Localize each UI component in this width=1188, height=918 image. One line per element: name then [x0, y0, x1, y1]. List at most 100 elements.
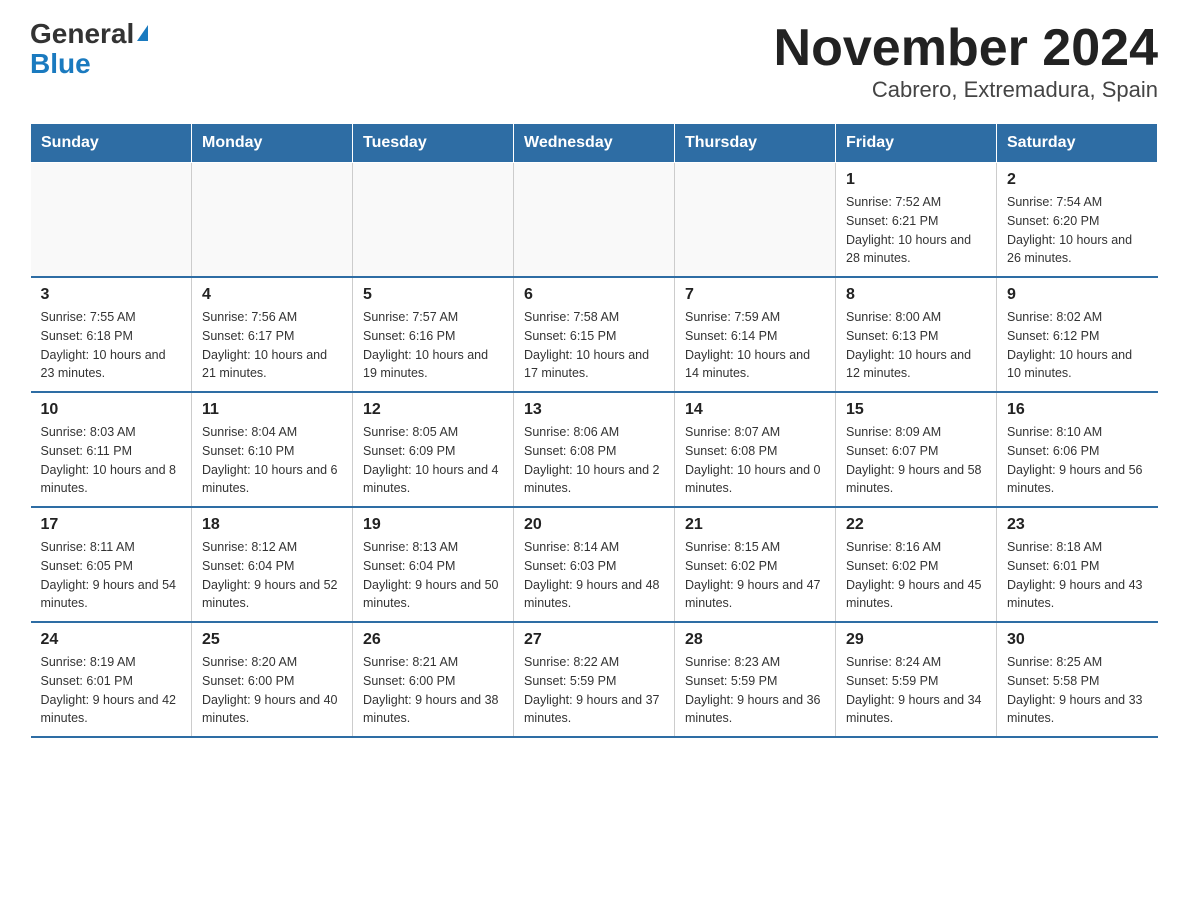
day-info: Sunrise: 7:55 AMSunset: 6:18 PMDaylight:… — [41, 308, 182, 383]
calendar-cell: 5Sunrise: 7:57 AMSunset: 6:16 PMDaylight… — [353, 277, 514, 392]
day-info: Sunrise: 8:03 AMSunset: 6:11 PMDaylight:… — [41, 423, 182, 498]
day-number: 8 — [846, 286, 986, 304]
weekday-header-thursday: Thursday — [675, 124, 836, 163]
page-header: General Blue November 2024 Cabrero, Extr… — [30, 20, 1158, 103]
calendar-cell: 25 Sunrise: 8:20 AMSunset: 6:00 PMDayligh… — [192, 622, 353, 737]
day-info: Sunrise: 8:13 AMSunset: 6:04 PMDaylight:… — [363, 538, 503, 613]
day-number: 29 — [846, 631, 986, 649]
calendar-cell: 7 Sunrise: 7:59 AMSunset: 6:14 PMDaylight… — [675, 277, 836, 392]
calendar-cell: 2 Sunrise: 7:54 AMSunset: 6:20 PMDaylight… — [997, 163, 1158, 278]
day-number: 10 — [41, 401, 182, 419]
day-info: Sunrise: 8:12 AMSunset: 6:04 PMDaylight:… — [202, 538, 342, 613]
day-info: Sunrise: 8:19 AMSunset: 6:01 PMDaylight:… — [41, 653, 182, 728]
day-number: 15 — [846, 401, 986, 419]
week-row-1: 1Sunrise: 7:52 AMSunset: 6:21 PMDaylight… — [31, 163, 1158, 278]
calendar-cell: 30Sunrise: 8:25 AMSunset: 5:58 PMDayligh… — [997, 622, 1158, 737]
day-info: Sunrise: 8:24 AMSunset: 5:59 PMDaylight:… — [846, 653, 986, 728]
day-info: Sunrise: 7:59 AMSunset: 6:14 PMDaylight:… — [685, 308, 825, 383]
day-info: Sunrise: 8:06 AMSunset: 6:08 PMDaylight:… — [524, 423, 664, 498]
day-info: Sunrise: 7:56 AMSunset: 6:17 PMDaylight:… — [202, 308, 342, 383]
calendar-cell: 9Sunrise: 8:02 AMSunset: 6:12 PMDaylight… — [997, 277, 1158, 392]
day-info: Sunrise: 8:10 AMSunset: 6:06 PMDaylight:… — [1007, 423, 1148, 498]
calendar-cell — [514, 163, 675, 278]
day-info: Sunrise: 8:22 AMSunset: 5:59 PMDaylight:… — [524, 653, 664, 728]
calendar-cell: 21 Sunrise: 8:15 AMSunset: 6:02 PMDayligh… — [675, 507, 836, 622]
day-number: 26 — [363, 631, 503, 649]
day-number: 9 — [1007, 286, 1148, 304]
calendar-body: 1Sunrise: 7:52 AMSunset: 6:21 PMDaylight… — [31, 163, 1158, 738]
calendar-cell: 19 Sunrise: 8:13 AMSunset: 6:04 PMDayligh… — [353, 507, 514, 622]
week-row-2: 3 Sunrise: 7:55 AMSunset: 6:18 PMDaylight… — [31, 277, 1158, 392]
calendar-title: November 2024 — [774, 20, 1158, 77]
day-number: 27 — [524, 631, 664, 649]
calendar-cell — [675, 163, 836, 278]
calendar-cell: 13 Sunrise: 8:06 AMSunset: 6:08 PMDayligh… — [514, 392, 675, 507]
calendar-cell: 6Sunrise: 7:58 AMSunset: 6:15 PMDaylight… — [514, 277, 675, 392]
weekday-header-saturday: Saturday — [997, 124, 1158, 163]
logo-general: General — [30, 20, 134, 48]
calendar-cell: 24 Sunrise: 8:19 AMSunset: 6:01 PMDayligh… — [31, 622, 192, 737]
weekday-row: SundayMondayTuesdayWednesdayThursdayFrid… — [31, 124, 1158, 163]
calendar-cell: 1Sunrise: 7:52 AMSunset: 6:21 PMDaylight… — [836, 163, 997, 278]
weekday-header-wednesday: Wednesday — [514, 124, 675, 163]
calendar-cell — [353, 163, 514, 278]
calendar-cell: 11 Sunrise: 8:04 AMSunset: 6:10 PMDayligh… — [192, 392, 353, 507]
day-info: Sunrise: 8:15 AMSunset: 6:02 PMDaylight:… — [685, 538, 825, 613]
calendar-cell: 29 Sunrise: 8:24 AMSunset: 5:59 PMDayligh… — [836, 622, 997, 737]
day-number: 2 — [1007, 171, 1148, 189]
day-info: Sunrise: 8:00 AMSunset: 6:13 PMDaylight:… — [846, 308, 986, 383]
day-number: 23 — [1007, 516, 1148, 534]
day-info: Sunrise: 8:23 AMSunset: 5:59 PMDaylight:… — [685, 653, 825, 728]
calendar-subtitle: Cabrero, Extremadura, Spain — [774, 77, 1158, 103]
day-info: Sunrise: 8:07 AMSunset: 6:08 PMDaylight:… — [685, 423, 825, 498]
day-info: Sunrise: 8:05 AMSunset: 6:09 PMDaylight:… — [363, 423, 503, 498]
day-number: 7 — [685, 286, 825, 304]
calendar-header: SundayMondayTuesdayWednesdayThursdayFrid… — [31, 124, 1158, 163]
day-info: Sunrise: 8:21 AMSunset: 6:00 PMDaylight:… — [363, 653, 503, 728]
day-info: Sunrise: 8:14 AMSunset: 6:03 PMDaylight:… — [524, 538, 664, 613]
calendar-cell: 15 Sunrise: 8:09 AMSunset: 6:07 PMDayligh… — [836, 392, 997, 507]
day-number: 13 — [524, 401, 664, 419]
calendar-cell: 26 Sunrise: 8:21 AMSunset: 6:00 PMDayligh… — [353, 622, 514, 737]
day-number: 5 — [363, 286, 503, 304]
day-info: Sunrise: 8:20 AMSunset: 6:00 PMDaylight:… — [202, 653, 342, 728]
day-info: Sunrise: 8:16 AMSunset: 6:02 PMDaylight:… — [846, 538, 986, 613]
calendar-cell: 12Sunrise: 8:05 AMSunset: 6:09 PMDayligh… — [353, 392, 514, 507]
calendar-cell — [192, 163, 353, 278]
day-number: 17 — [41, 516, 182, 534]
day-number: 22 — [846, 516, 986, 534]
calendar-cell: 4Sunrise: 7:56 AMSunset: 6:17 PMDaylight… — [192, 277, 353, 392]
calendar-cell: 10 Sunrise: 8:03 AMSunset: 6:11 PMDayligh… — [31, 392, 192, 507]
calendar-cell: 8 Sunrise: 8:00 AMSunset: 6:13 PMDaylight… — [836, 277, 997, 392]
calendar-cell: 20 Sunrise: 8:14 AMSunset: 6:03 PMDayligh… — [514, 507, 675, 622]
day-number: 16 — [1007, 401, 1148, 419]
day-number: 19 — [363, 516, 503, 534]
title-block: November 2024 Cabrero, Extremadura, Spai… — [774, 20, 1158, 103]
weekday-header-friday: Friday — [836, 124, 997, 163]
day-info: Sunrise: 8:04 AMSunset: 6:10 PMDaylight:… — [202, 423, 342, 498]
calendar-cell: 23 Sunrise: 8:18 AMSunset: 6:01 PMDayligh… — [997, 507, 1158, 622]
week-row-4: 17 Sunrise: 8:11 AMSunset: 6:05 PMDayligh… — [31, 507, 1158, 622]
day-number: 1 — [846, 171, 986, 189]
day-number: 25 — [202, 631, 342, 649]
calendar-cell: 28 Sunrise: 8:23 AMSunset: 5:59 PMDayligh… — [675, 622, 836, 737]
calendar-cell: 14Sunrise: 8:07 AMSunset: 6:08 PMDayligh… — [675, 392, 836, 507]
day-number: 20 — [524, 516, 664, 534]
day-number: 24 — [41, 631, 182, 649]
day-info: Sunrise: 8:11 AMSunset: 6:05 PMDaylight:… — [41, 538, 182, 613]
weekday-header-monday: Monday — [192, 124, 353, 163]
day-number: 6 — [524, 286, 664, 304]
day-number: 21 — [685, 516, 825, 534]
logo: General Blue — [30, 20, 148, 78]
day-number: 30 — [1007, 631, 1148, 649]
day-number: 11 — [202, 401, 342, 419]
day-info: Sunrise: 8:18 AMSunset: 6:01 PMDaylight:… — [1007, 538, 1148, 613]
day-number: 18 — [202, 516, 342, 534]
calendar-cell: 27 Sunrise: 8:22 AMSunset: 5:59 PMDayligh… — [514, 622, 675, 737]
calendar-cell: 17 Sunrise: 8:11 AMSunset: 6:05 PMDayligh… — [31, 507, 192, 622]
day-number: 3 — [41, 286, 182, 304]
day-number: 28 — [685, 631, 825, 649]
day-info: Sunrise: 7:54 AMSunset: 6:20 PMDaylight:… — [1007, 193, 1148, 268]
day-info: Sunrise: 8:09 AMSunset: 6:07 PMDaylight:… — [846, 423, 986, 498]
weekday-header-tuesday: Tuesday — [353, 124, 514, 163]
